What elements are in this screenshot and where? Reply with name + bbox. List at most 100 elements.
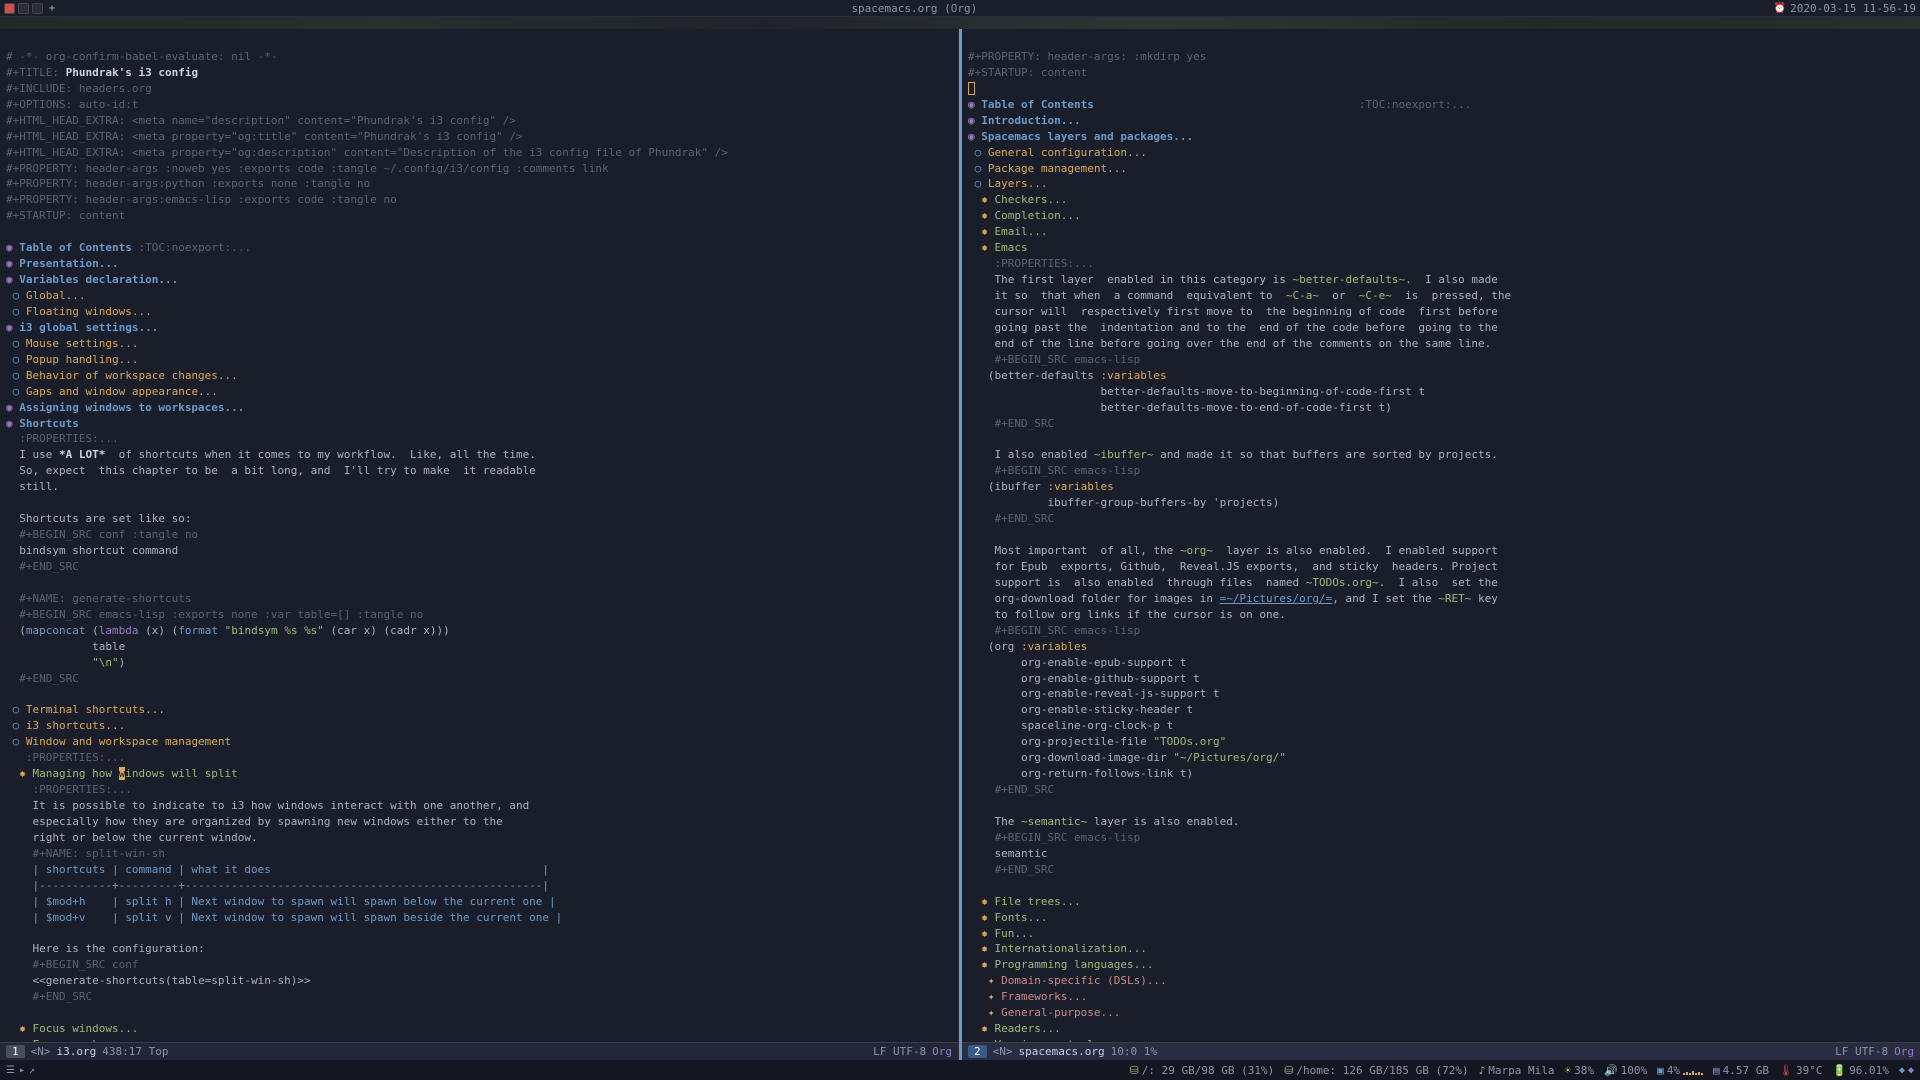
paragraph-text: layer is also enabled.: [1087, 815, 1239, 828]
src-block-end: #+END_SRC: [995, 863, 1055, 876]
outline-heading[interactable]: Layers...: [988, 177, 1048, 190]
outline-heading[interactable]: Package management...: [988, 162, 1127, 175]
outline-heading[interactable]: Behavior of workspace changes...: [26, 369, 238, 382]
paragraph-text: layer is also enabled. I enabled support: [1213, 544, 1498, 557]
outline-heading[interactable]: i3 shortcuts...: [26, 719, 125, 732]
window-maximize-icon[interactable]: [32, 3, 43, 14]
bullet-icon: ✦: [988, 990, 1001, 1003]
src-block-end: #+END_SRC: [19, 560, 79, 573]
table-row: | $mod+v | split v | Next window to spaw…: [13, 911, 563, 924]
bullet-icon: ○: [13, 305, 26, 318]
outline-heading[interactable]: Table of Contents: [19, 241, 132, 254]
left-buffer[interactable]: # -*- org-confirm-babel-evaluate: nil -*…: [0, 29, 958, 1042]
outline-heading[interactable]: Popup handling...: [26, 353, 139, 366]
lisp-code: ibuffer-group-buffers-by 'projects): [968, 496, 1279, 509]
outline-heading[interactable]: General-purpose...: [1001, 1006, 1120, 1019]
src-block-end: #+END_SRC: [995, 512, 1055, 525]
window-minimize-icon[interactable]: [18, 3, 29, 14]
bullet-icon: ◉: [6, 273, 19, 286]
bullet-icon: ○: [975, 162, 988, 175]
outline-heading[interactable]: i3 global settings...: [19, 321, 158, 334]
tray-icon[interactable]: ◆: [1899, 1065, 1905, 1076]
outline-heading[interactable]: Presentation...: [19, 257, 118, 270]
outline-heading[interactable]: Assigning windows to workspaces...: [19, 401, 244, 414]
outline-heading[interactable]: Fonts...: [995, 911, 1048, 924]
outline-heading[interactable]: Gaps and window appearance...: [26, 385, 218, 398]
src-block-end: #+END_SRC: [995, 783, 1055, 796]
bullet-icon: ✸: [981, 193, 994, 206]
bullet-icon: ◉: [968, 98, 981, 111]
lisp-code: org-download-image-dir: [968, 751, 1173, 764]
outline-heading[interactable]: Domain-specific (DSLs)...: [1001, 974, 1167, 987]
src-block-begin: #+BEGIN_SRC conf :tangle no: [19, 528, 198, 541]
tray-icons[interactable]: ◆ ◆: [1899, 1065, 1914, 1076]
outline-heading[interactable]: Floating windows...: [26, 305, 152, 318]
org-title: Phundrak's i3 config: [66, 66, 198, 79]
right-buffer[interactable]: #+PROPERTY: header-args: :mkdirp yes #+S…: [962, 29, 1920, 1042]
major-mode: Org: [932, 1045, 952, 1058]
code-span: ~ibuffer~: [1094, 448, 1154, 461]
paragraph-text: key: [1471, 592, 1498, 605]
statusbar: ☰ ▸ ↗ ⛁ /: 29 GB/98 GB (31%) ⛁ /home: 12…: [0, 1060, 1920, 1080]
play-icon[interactable]: ▸: [19, 1065, 25, 1076]
bullet-icon: ◉: [968, 130, 981, 143]
outline-heading[interactable]: Programming languages...: [995, 958, 1154, 971]
properties-drawer[interactable]: :PROPERTIES:...: [995, 257, 1094, 270]
window-close-icon[interactable]: [4, 3, 15, 14]
properties-drawer[interactable]: :PROPERTIES:...: [19, 432, 118, 445]
paragraph-text: to follow org links if the cursor is on …: [995, 608, 1286, 621]
outline-heading[interactable]: Introduction...: [981, 114, 1080, 127]
paragraph-text: I use: [19, 448, 59, 461]
code-span: ~C-a~: [1286, 289, 1319, 302]
outline-heading[interactable]: Global...: [26, 289, 86, 302]
outline-heading[interactable]: Fun...: [995, 927, 1035, 940]
code-line: #+TITLE:: [6, 66, 66, 79]
outline-heading[interactable]: Internationalization...: [995, 942, 1147, 955]
outline-heading[interactable]: Checkers...: [995, 193, 1068, 206]
code-line: # -*- org-confirm-babel-evaluate: nil -*…: [6, 50, 278, 63]
lisp-code: better-defaults-move-to-beginning-of-cod…: [968, 385, 1425, 398]
outline-heading[interactable]: Readers...: [995, 1022, 1061, 1035]
tray-icon[interactable]: ◆: [1908, 1065, 1914, 1076]
src-block-begin: #+BEGIN_SRC emacs-lisp: [995, 464, 1141, 477]
outline-heading[interactable]: Variables declaration...: [19, 273, 178, 286]
bullet-icon: ◉: [6, 321, 19, 334]
outline-heading[interactable]: Spacemacs layers and packages...: [981, 130, 1193, 143]
outline-heading[interactable]: Table of Contents: [981, 98, 1094, 111]
link-text[interactable]: =~/Pictures/org/=: [1220, 592, 1333, 605]
modeline-right: 2 <N> spacemacs.org 10:0 1% LF UTF-8 Org: [962, 1042, 1920, 1060]
lisp-code: (: [85, 624, 98, 637]
menu-icon[interactable]: ☰: [6, 1065, 15, 1076]
outline-heading[interactable]: Frameworks...: [1001, 990, 1087, 1003]
code-line: #+STARTUP: content: [968, 66, 1087, 79]
code-line: #+STARTUP: content: [6, 209, 125, 222]
lisp-keyword: :variables: [1021, 640, 1087, 653]
battery-icon: 🔋: [1832, 1064, 1846, 1077]
outline-heading[interactable]: Shortcuts: [19, 417, 79, 430]
outline-heading[interactable]: Managing how windows will split: [33, 767, 238, 780]
paragraph-text: especially how they are organized by spa…: [33, 815, 503, 828]
properties-drawer[interactable]: :PROPERTIES:...: [33, 783, 132, 796]
code-line: #+OPTIONS: auto-id:t: [6, 98, 138, 111]
outline-heading[interactable]: File trees...: [995, 895, 1081, 908]
outline-heading[interactable]: General configuration...: [988, 146, 1147, 159]
outline-heading[interactable]: Terminal shortcuts...: [26, 703, 165, 716]
properties-drawer[interactable]: :PROPERTIES:...: [26, 751, 125, 764]
outline-heading[interactable]: Email...: [995, 225, 1048, 238]
arrow-icon[interactable]: ↗: [29, 1065, 35, 1076]
src-block-body: <<generate-shortcuts(table=split-win-sh)…: [33, 974, 311, 987]
paragraph-text: or: [1319, 289, 1359, 302]
lisp-string: "~/Pictures/org/": [1173, 751, 1286, 764]
outline-heading[interactable]: Emacs: [995, 241, 1028, 254]
outline-heading[interactable]: Completion...: [995, 209, 1081, 222]
code-line: #+PROPERTY: header-args:emacs-lisp :expo…: [6, 193, 397, 206]
volume-icon: 🔊: [1604, 1064, 1618, 1077]
src-block-end: #+END_SRC: [19, 672, 79, 685]
outline-heading[interactable]: Window and workspace management: [26, 735, 231, 748]
outline-heading[interactable]: Mouse settings...: [26, 337, 139, 350]
paragraph-text: , and I set the: [1332, 592, 1438, 605]
outline-heading[interactable]: Focus windows...: [33, 1022, 139, 1035]
battery-status: 🔋 96.01%: [1832, 1064, 1888, 1077]
ram-status: ▤ 4.57 GB: [1713, 1064, 1769, 1077]
cursor-position: 10:0 1%: [1111, 1045, 1157, 1058]
